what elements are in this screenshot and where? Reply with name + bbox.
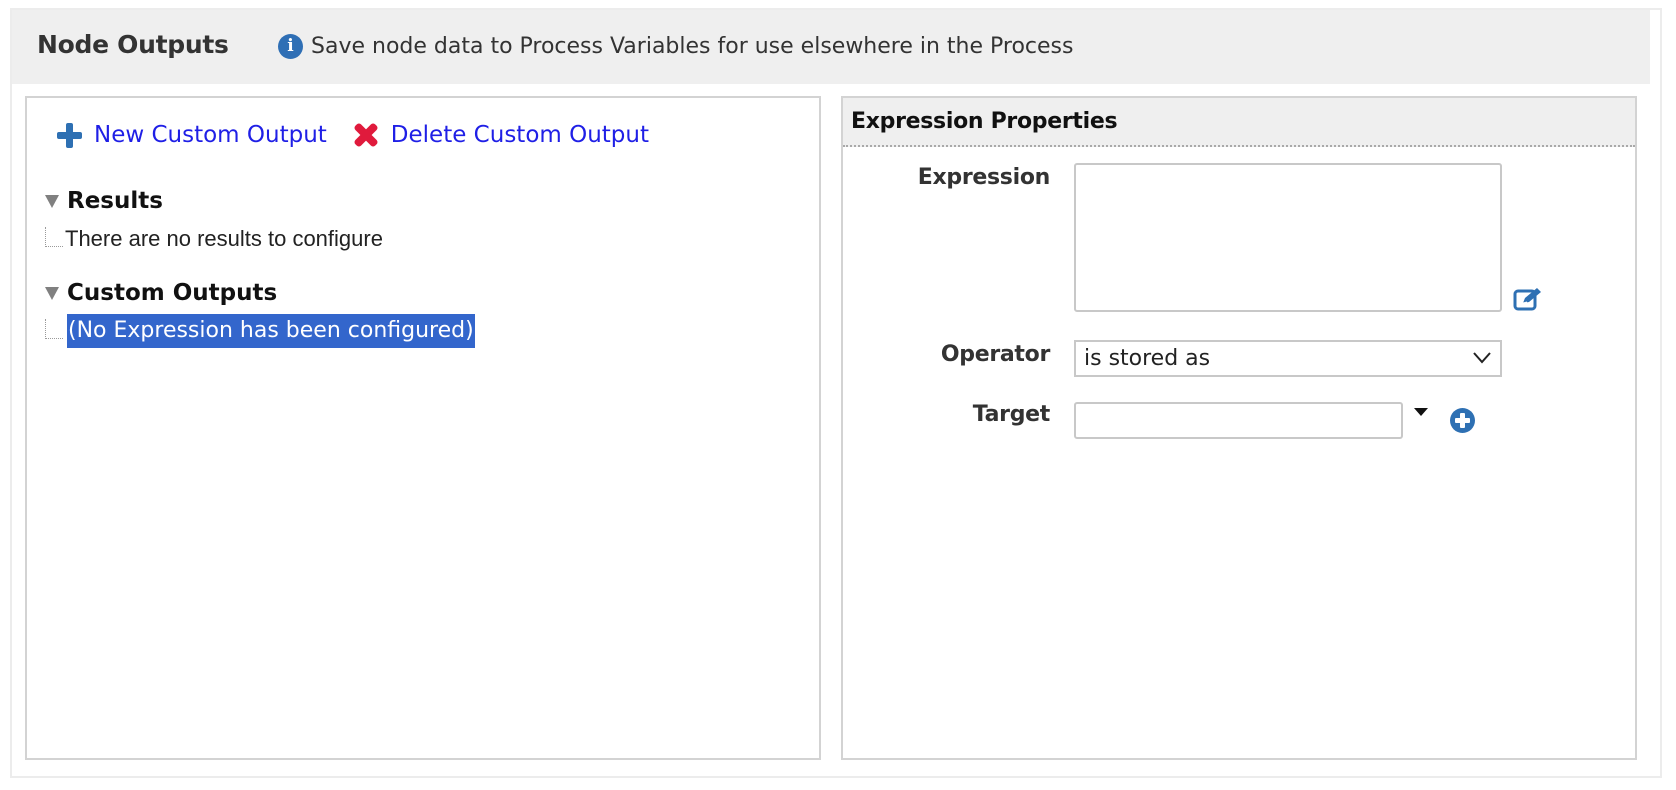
operator-selected-value: is stored as bbox=[1084, 346, 1211, 371]
custom-output-item-selected[interactable]: (No Expression has been configured) bbox=[67, 314, 475, 348]
no-results-message: There are no results to configure bbox=[65, 226, 383, 251]
new-custom-output-button[interactable]: New Custom Output bbox=[57, 122, 327, 148]
expression-row: Expression bbox=[843, 163, 1635, 313]
tree-child-item: There are no results to configure bbox=[43, 218, 803, 256]
tree-node-custom-outputs[interactable]: Custom Outputs bbox=[43, 276, 803, 310]
target-input[interactable] bbox=[1074, 402, 1403, 439]
expression-label: Expression bbox=[917, 165, 1051, 190]
new-custom-output-label: New Custom Output bbox=[94, 122, 327, 148]
tree-child-item: (No Expression has been configured) bbox=[43, 310, 803, 348]
header-bar: Node Outputs i Save node data to Process… bbox=[12, 10, 1650, 84]
delete-x-icon bbox=[353, 122, 379, 148]
edit-expression-icon[interactable] bbox=[1513, 286, 1543, 312]
delete-custom-output-label: Delete Custom Output bbox=[390, 122, 649, 148]
outputs-tree-panel: New Custom Output Delete Custom Output R… bbox=[25, 96, 821, 760]
outputs-toolbar: New Custom Output Delete Custom Output bbox=[57, 122, 675, 148]
tree-node-results[interactable]: Results bbox=[43, 184, 803, 218]
page-title: Node Outputs bbox=[37, 30, 229, 59]
properties-panel-title: Expression Properties bbox=[843, 98, 1635, 147]
target-label: Target bbox=[972, 402, 1051, 427]
tree-group-results: Results There are no results to configur… bbox=[43, 184, 803, 256]
info-icon: i bbox=[278, 34, 303, 59]
add-circle-icon[interactable] bbox=[1450, 408, 1475, 433]
expression-textarea[interactable] bbox=[1074, 163, 1502, 312]
node-outputs-container: Node Outputs i Save node data to Process… bbox=[10, 8, 1662, 778]
delete-custom-output-button[interactable]: Delete Custom Output bbox=[353, 122, 649, 148]
operator-row: Operator is stored as bbox=[843, 340, 1635, 378]
tree-node-label: Custom Outputs bbox=[67, 280, 278, 306]
caret-down-icon[interactable] bbox=[1414, 408, 1428, 416]
operator-label: Operator bbox=[940, 342, 1050, 367]
chevron-down-icon bbox=[1473, 352, 1491, 364]
tree-group-custom-outputs: Custom Outputs (No Expression has been c… bbox=[43, 276, 803, 348]
header-help: i Save node data to Process Variables fo… bbox=[278, 34, 1073, 59]
collapse-triangle-icon[interactable] bbox=[45, 286, 59, 300]
help-text: Save node data to Process Variables for … bbox=[311, 34, 1074, 59]
outputs-tree: Results There are no results to configur… bbox=[43, 184, 803, 368]
tree-connector bbox=[45, 319, 63, 339]
collapse-triangle-icon[interactable] bbox=[45, 194, 59, 208]
operator-select[interactable]: is stored as bbox=[1074, 340, 1502, 377]
tree-node-label: Results bbox=[67, 188, 163, 214]
target-row: Target bbox=[843, 402, 1635, 440]
expression-properties-panel: Expression Properties Expression Operato… bbox=[841, 96, 1637, 760]
plus-icon bbox=[57, 122, 82, 148]
tree-connector bbox=[45, 227, 63, 247]
